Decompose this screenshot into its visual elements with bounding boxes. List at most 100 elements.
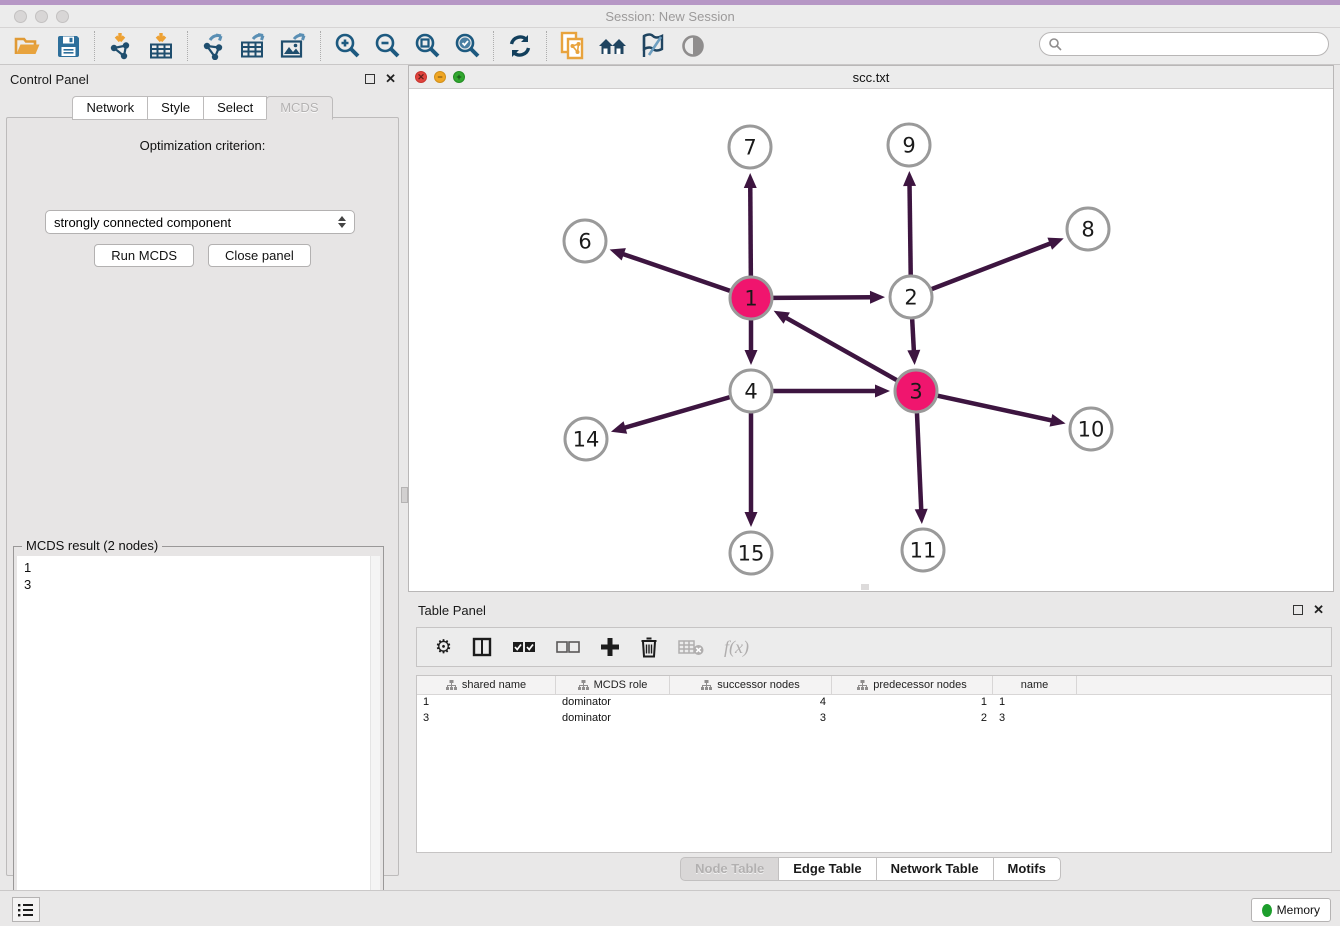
search-field[interactable] xyxy=(1039,32,1329,56)
tab-node-table[interactable]: Node Table xyxy=(680,857,779,881)
table-cell[interactable]: dominator xyxy=(556,695,670,711)
table-cell[interactable]: dominator xyxy=(556,711,670,727)
toolbar-separator xyxy=(493,31,494,61)
zoom-out-button[interactable] xyxy=(367,30,407,62)
delete-table-button[interactable] xyxy=(678,632,704,662)
task-history-button[interactable] xyxy=(12,897,40,922)
import-table-button[interactable] xyxy=(141,30,181,62)
tab-edge-table[interactable]: Edge Table xyxy=(778,857,876,881)
graph-node-10[interactable]: 10 xyxy=(1070,408,1112,450)
table-cell[interactable]: 3 xyxy=(670,711,832,727)
graph-node-8[interactable]: 8 xyxy=(1067,208,1109,250)
unchecked-boxes-icon xyxy=(556,641,580,653)
home-button[interactable] xyxy=(593,30,633,62)
network-canvas[interactable]: 7 9 6 8 1 2 4 3 14 10 15 11 xyxy=(409,89,1333,591)
graph-edge-4-14[interactable] xyxy=(622,397,729,428)
delete-column-button[interactable] xyxy=(640,632,658,662)
hierarchy-icon xyxy=(446,680,457,691)
mcds-panel-body: Optimization criterion: strongly connect… xyxy=(6,117,399,876)
graph-edge-2-3[interactable] xyxy=(912,319,914,353)
column-header-MCDS-role[interactable]: MCDS role xyxy=(556,676,670,694)
table-cell[interactable]: 1 xyxy=(417,695,556,711)
table-row[interactable]: 3dominator323 xyxy=(417,711,1331,727)
canvas-resize-handle[interactable] xyxy=(861,584,869,590)
tab-style[interactable]: Style xyxy=(147,96,204,120)
export-network-button[interactable] xyxy=(194,30,234,62)
tab-network[interactable]: Network xyxy=(72,96,148,120)
show-columns-button[interactable] xyxy=(472,632,492,662)
run-mcds-button[interactable]: Run MCDS xyxy=(94,244,194,267)
graph-node-15[interactable]: 15 xyxy=(730,532,772,574)
graph-edge-1-6[interactable] xyxy=(621,253,730,291)
graph-node-1[interactable]: 1 xyxy=(730,277,772,319)
memory-button[interactable]: Memory xyxy=(1251,898,1331,922)
table-cell[interactable]: 3 xyxy=(993,711,1077,727)
apply-style-button[interactable] xyxy=(633,30,673,62)
function-builder-button[interactable]: f(x) xyxy=(724,632,749,662)
network-window-title: scc.txt xyxy=(409,70,1333,85)
table-cell[interactable]: 4 xyxy=(670,695,832,711)
export-image-button[interactable] xyxy=(274,30,314,62)
close-panel-icon[interactable]: ✕ xyxy=(385,74,396,84)
graph-node-4[interactable]: 4 xyxy=(730,370,772,412)
column-header-label: successor nodes xyxy=(717,679,800,691)
close-panel-icon[interactable]: ✕ xyxy=(1313,605,1324,615)
graph-node-7[interactable]: 7 xyxy=(729,126,771,168)
graph-edge-1-2[interactable] xyxy=(773,297,873,298)
create-column-button[interactable] xyxy=(600,632,620,662)
graph-edge-2-8[interactable] xyxy=(932,243,1053,289)
column-header-name[interactable]: name xyxy=(993,676,1077,694)
table-cell[interactable]: 2 xyxy=(832,711,993,727)
float-panel-icon[interactable] xyxy=(1293,605,1303,615)
open-session-button[interactable] xyxy=(8,30,48,62)
search-input[interactable] xyxy=(1062,34,1328,54)
table-cell[interactable]: 1 xyxy=(832,695,993,711)
network-from-selection-button[interactable] xyxy=(553,30,593,62)
toolbar-separator xyxy=(94,31,95,61)
tab-select[interactable]: Select xyxy=(203,96,267,120)
float-panel-icon[interactable] xyxy=(365,74,375,84)
zoom-selected-button[interactable] xyxy=(447,30,487,62)
table-cell[interactable]: 3 xyxy=(417,711,556,727)
graph-node-9[interactable]: 9 xyxy=(888,124,930,166)
network-window-titlebar: ✕ − + scc.txt xyxy=(409,66,1333,89)
criterion-dropdown[interactable]: strongly connected component xyxy=(45,210,355,234)
graph-edge-arrowhead xyxy=(744,173,757,188)
graph-edge-1-7[interactable] xyxy=(750,185,751,276)
table-row[interactable]: 1dominator411 xyxy=(417,695,1331,711)
graph-node-6[interactable]: 6 xyxy=(564,220,606,262)
column-header-predecessor-nodes[interactable]: predecessor nodes xyxy=(832,676,993,694)
unselect-all-button[interactable] xyxy=(556,632,580,662)
select-all-button[interactable] xyxy=(512,632,536,662)
column-header-shared-name[interactable]: shared name xyxy=(417,676,556,694)
graph-edge-3-11[interactable] xyxy=(917,413,921,512)
tab-network-table[interactable]: Network Table xyxy=(876,857,994,881)
mcds-result-list[interactable]: 1 3 xyxy=(17,556,380,919)
column-header-label: predecessor nodes xyxy=(873,679,967,691)
graph-node-3[interactable]: 3 xyxy=(895,370,937,412)
column-header-successor-nodes[interactable]: successor nodes xyxy=(670,676,832,694)
graph-edge-3-1[interactable] xyxy=(784,317,897,381)
zoom-fit-button[interactable] xyxy=(407,30,447,62)
graph-node-14[interactable]: 14 xyxy=(565,418,607,460)
save-session-button[interactable] xyxy=(48,30,88,62)
graph-edge-3-10[interactable] xyxy=(937,396,1053,421)
tab-mcds[interactable]: MCDS xyxy=(266,96,332,120)
close-panel-button[interactable]: Close panel xyxy=(208,244,311,267)
export-table-icon xyxy=(240,32,268,60)
table-settings-button[interactable]: ⚙ xyxy=(435,632,452,662)
graph-node-2[interactable]: 2 xyxy=(890,276,932,318)
zoom-selected-icon xyxy=(453,32,481,60)
node-label: 10 xyxy=(1078,418,1105,442)
tab-motifs[interactable]: Motifs xyxy=(993,857,1061,881)
graph-node-11[interactable]: 11 xyxy=(902,529,944,571)
export-table-button[interactable] xyxy=(234,30,274,62)
import-network-button[interactable] xyxy=(101,30,141,62)
result-scrollbar[interactable] xyxy=(370,556,380,919)
pane-splitter-handle[interactable] xyxy=(401,487,408,503)
zoom-in-button[interactable] xyxy=(327,30,367,62)
refresh-button[interactable] xyxy=(500,30,540,62)
table-cell[interactable]: 1 xyxy=(993,695,1077,711)
hide-details-button[interactable] xyxy=(673,30,713,62)
graph-edge-2-9[interactable] xyxy=(910,183,911,275)
